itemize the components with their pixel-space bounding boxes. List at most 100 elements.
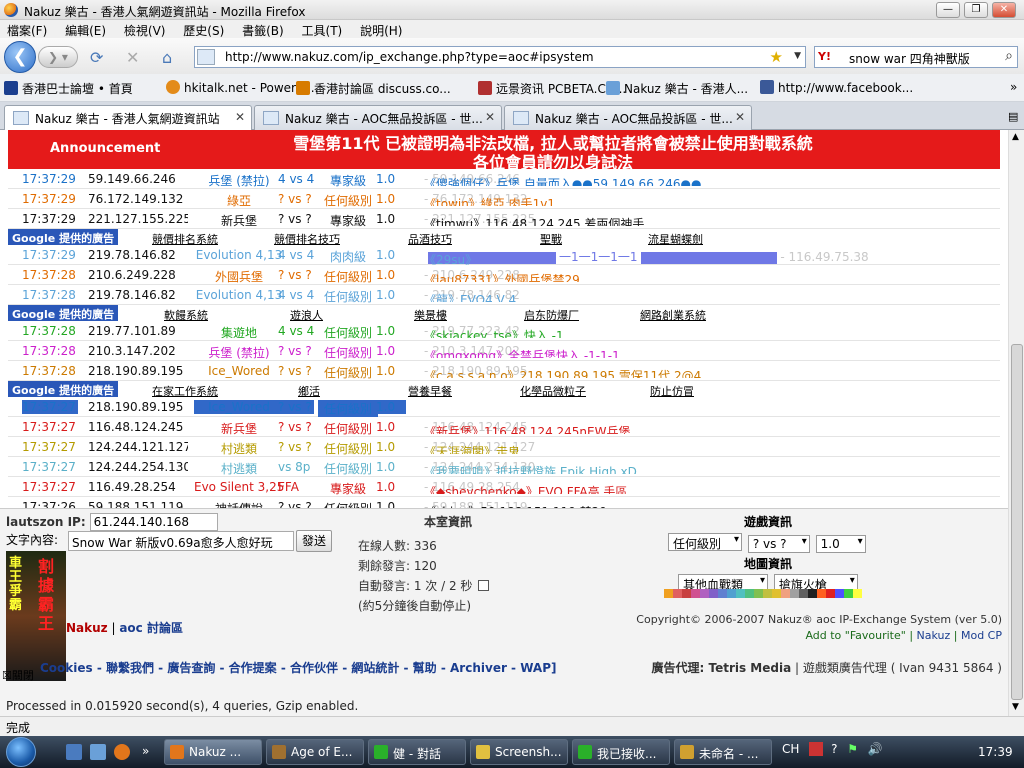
back-button[interactable]: ❮ (4, 41, 36, 73)
stop-icon[interactable]: ✕ (126, 48, 139, 67)
nakuz-link[interactable]: Nakuz (66, 621, 108, 635)
ip-row[interactable]: 17:37:27 124.244.121.127 村逃類 ? vs ? 任何級別 1.0 《… (8, 437, 1000, 457)
ip-row[interactable]: 17:37:28 210.6.249.228 外國兵堡 ? vs ? 任何級別 1.0 《l… (8, 265, 1000, 285)
url-dropdown-icon[interactable]: ▼ (794, 51, 801, 61)
scroll-down-icon[interactable]: ▼ (1012, 702, 1019, 712)
clock[interactable]: 17:39 (978, 745, 1013, 759)
ip-row[interactable]: 17:37:29 76.172.149.132 綠亞 ? vs ? 任何級別 1.0 《to… (8, 189, 1000, 209)
ip-row[interactable]: 17:37:27 116.48.124.245 新兵堡 ? vs ? 任何級別 1.0 《新… (8, 417, 1000, 437)
taskbar-button[interactable]: Nakuz ... (164, 739, 262, 765)
volume-icon[interactable]: 🔊 (868, 742, 883, 756)
close-ad-button[interactable]: ☒關閉 (2, 667, 34, 683)
network-icon[interactable]: ⚑ (847, 742, 858, 756)
search-input[interactable]: snow war 四角神獸版 (849, 50, 970, 67)
level-select[interactable]: 任何級別 (668, 533, 742, 551)
vs-select[interactable]: ? vs ? (747, 535, 810, 553)
color-swatch[interactable] (682, 589, 691, 598)
forward-button[interactable]: ❯ ▾ (38, 46, 78, 68)
ip-row[interactable]: 17:37:29 221.127.155.225 新兵堡 ? vs ? 專家級 1.0 《t… (8, 209, 1000, 229)
scroll-up-icon[interactable]: ▲ (1012, 132, 1019, 142)
taskbar-button[interactable]: 未命名 - ... (674, 739, 772, 765)
reload-icon[interactable]: ⟳ (90, 48, 103, 67)
bookmark-item[interactable]: 香港討論區 discuss.co... (296, 80, 451, 97)
mod-cp-link[interactable]: Mod CP (961, 629, 1002, 642)
message-input[interactable]: Snow War 新版v0.69a愈多人愈好玩 (68, 531, 294, 551)
color-swatch[interactable] (673, 589, 682, 598)
search-engine-icon[interactable]: Y! (818, 50, 831, 63)
color-swatch[interactable] (691, 589, 700, 598)
ime-icon[interactable] (809, 742, 824, 756)
bookmark-item[interactable]: Nakuz 樂古 - 香港人... (606, 80, 748, 97)
site-identity-icon[interactable] (197, 49, 215, 65)
ip-row[interactable]: 17:37:29 59.149.66.246 兵堡 (禁拉) 4 vs 4 專家級 1.0… (8, 169, 1000, 189)
bookmark-star-icon[interactable]: ★ (770, 48, 783, 66)
ip-input[interactable] (89, 513, 218, 531)
taskbar-button[interactable]: Screensh... (470, 739, 568, 765)
add-favourite-link[interactable]: Add to "Favourite" (805, 629, 905, 642)
color-swatch[interactable] (754, 589, 763, 598)
ip-row[interactable]: 17:37:28 219.78.146.82 Evolution 4,13 4 vs … (8, 285, 1000, 305)
color-swatch[interactable] (727, 589, 736, 598)
taskbar-button[interactable]: 健 - 對話 (368, 739, 466, 765)
close-tab-icon[interactable]: ✕ (735, 110, 745, 124)
color-swatch[interactable] (817, 589, 826, 598)
footer-links[interactable]: Cookies - 聯繫我們 - 廣告查詢 - 合作提案 - 合作伙伴 - 網站… (40, 659, 556, 676)
bookmark-item[interactable]: http://www.facebook... (760, 80, 913, 95)
ip-row[interactable]: 17:37:27 218.190.89.195 Ice_Wored? vs ? 任何級… (8, 397, 1000, 417)
aoc-forum-link[interactable]: aoc 討論區 (119, 621, 183, 635)
tab-aoc-complaints-1[interactable]: Nakuz 樂古 - AOC無品投訴區 - 世... ✕ (254, 105, 502, 130)
tab-list-icon[interactable]: ▤ (1008, 110, 1018, 123)
ip-row[interactable]: 17:37:27 116.49.28.254 Evo Silent 3,25 FFA 專… (8, 477, 1000, 497)
color-swatch[interactable] (808, 589, 817, 598)
scroll-thumb[interactable] (1011, 344, 1023, 700)
nakuz-footer-link[interactable]: Nakuz (917, 629, 951, 642)
vertical-scrollbar[interactable]: ▲ ▼ (1008, 130, 1024, 716)
switch-windows-icon[interactable] (90, 744, 106, 760)
ip-row[interactable]: 17:37:28 219.77.101.89 集遊地 4 vs 4 任何級別 1.0 《sk… (8, 321, 1000, 341)
help-icon[interactable]: ? (831, 742, 837, 756)
search-box[interactable]: Y! snow war 四角神獸版 ⌕ (814, 46, 1018, 68)
color-swatch[interactable] (718, 589, 727, 598)
url-bar[interactable]: http://www.nakuz.com/ip_exchange.php?typ… (194, 46, 806, 68)
color-swatch[interactable] (736, 589, 745, 598)
bookmarks-overflow-icon[interactable]: » (1010, 80, 1017, 94)
home-icon[interactable]: ⌂ (162, 48, 172, 67)
color-swatch[interactable] (745, 589, 754, 598)
minimize-button[interactable]: — (936, 2, 960, 18)
close-tab-icon[interactable]: ✕ (235, 110, 245, 124)
color-swatch[interactable] (844, 589, 853, 598)
search-icon[interactable]: ⌕ (1005, 48, 1013, 64)
taskbar-button[interactable]: Age of E... (266, 739, 364, 765)
ip-row[interactable]: 17:37:29 219.78.146.82 Evolution 4,13 4 vs … (8, 245, 1000, 265)
auto-post-checkbox[interactable] (478, 580, 490, 591)
tab-aoc-complaints-2[interactable]: Nakuz 樂古 - AOC無品投訴區 - 世... ✕ (504, 105, 752, 130)
close-tab-icon[interactable]: ✕ (485, 110, 495, 124)
start-button[interactable] (6, 737, 36, 767)
url-text[interactable]: http://www.nakuz.com/ip_exchange.php?typ… (225, 50, 594, 64)
tab-nakuz-home[interactable]: Nakuz 樂古 - 香港人氣網遊資訊站 ✕ (4, 105, 252, 131)
firefox-quick-icon[interactable] (114, 744, 130, 760)
color-swatch[interactable] (799, 589, 808, 598)
send-button[interactable]: 發送 (296, 530, 332, 552)
ip-row[interactable]: 17:37:28 210.3.147.202 兵堡 (禁拉) ? vs ? 任何級別 1.… (8, 341, 1000, 361)
ip-row[interactable]: 17:37:27 124.244.254.130 村逃類 vs 8p 任何級別 1.0 《我… (8, 457, 1000, 477)
color-swatch[interactable] (790, 589, 799, 598)
quicklaunch-overflow-icon[interactable]: » (142, 744, 158, 760)
speed-select[interactable]: 1.0 (815, 535, 866, 553)
color-swatch[interactable] (826, 589, 835, 598)
color-swatch[interactable] (664, 589, 673, 598)
ip-row[interactable]: 17:37:28 218.190.89.195 Ice_Wored ? vs ? 任何級… (8, 361, 1000, 381)
bookmark-item[interactable]: 远景资讯 PCBETA.CO... (478, 80, 626, 97)
color-swatch[interactable] (853, 589, 862, 598)
taskbar-button[interactable]: 我已接收... (572, 739, 670, 765)
color-swatch[interactable] (835, 589, 844, 598)
language-indicator[interactable]: CH (782, 742, 799, 756)
color-swatch[interactable] (709, 589, 718, 598)
color-swatch[interactable] (700, 589, 709, 598)
color-swatch[interactable] (781, 589, 790, 598)
close-window-button[interactable]: ✕ (992, 2, 1016, 18)
color-swatch[interactable] (763, 589, 772, 598)
bookmark-item[interactable]: 香港巴士論壇 • 首頁 (4, 80, 133, 97)
color-swatch[interactable] (772, 589, 781, 598)
show-desktop-icon[interactable] (66, 744, 82, 760)
